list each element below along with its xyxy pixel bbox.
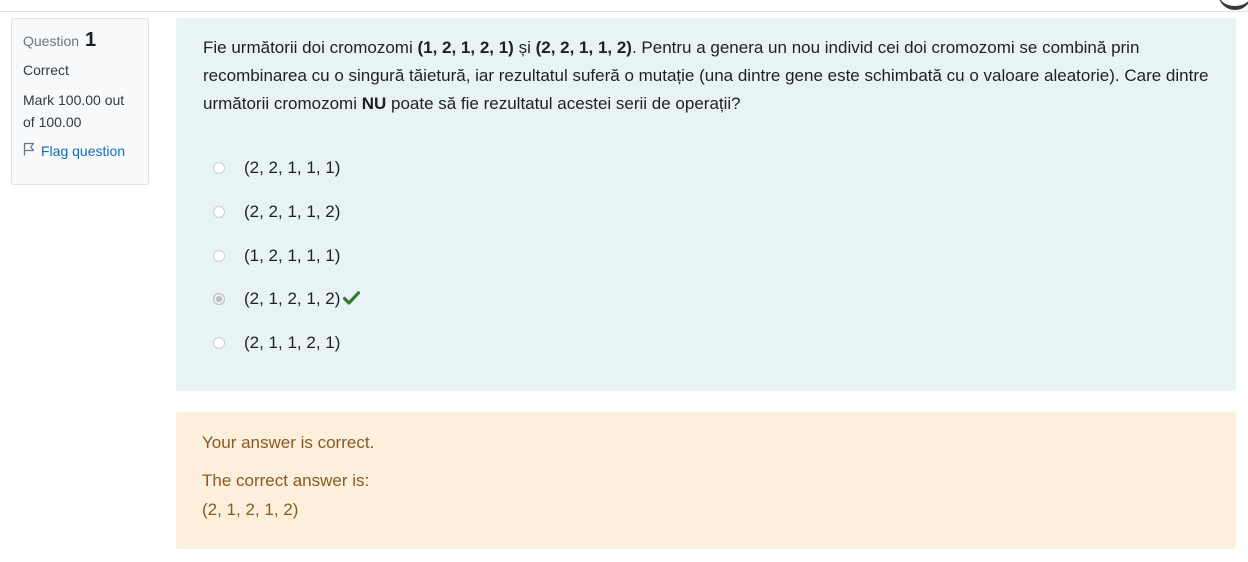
feedback-result: Your answer is correct.: [202, 433, 375, 452]
answer-label: (2, 2, 1, 1, 1): [244, 158, 341, 177]
header-divider: [0, 11, 1248, 12]
answer-label: (2, 1, 1, 2, 1): [244, 333, 341, 352]
negation-emphasis: NU: [361, 94, 387, 113]
answer-label: (1, 2, 1, 1, 1): [244, 246, 341, 265]
answer-option-4[interactable]: (2, 1, 2, 1, 2): [213, 286, 361, 312]
answer-option-3[interactable]: (1, 2, 1, 1, 1): [213, 243, 340, 269]
question-label: Question: [23, 33, 80, 49]
chromosome-b: (2, 2, 1, 1, 2): [535, 38, 632, 57]
correct-answer-value: (2, 1, 2, 1, 2): [202, 500, 299, 519]
radio-button-selected[interactable]: [213, 293, 225, 305]
answer-label: (2, 2, 1, 1, 2): [244, 202, 341, 221]
answer-option-5[interactable]: (2, 1, 1, 2, 1): [213, 330, 340, 356]
question-number-value: 1: [84, 29, 97, 51]
question-state: Correct: [23, 62, 69, 78]
radio-button[interactable]: [213, 162, 225, 174]
chromosome-a: (1, 2, 1, 2, 1): [417, 38, 514, 57]
answer-option-1[interactable]: (2, 2, 1, 1, 1): [213, 155, 340, 181]
question-text-part: Fie următorii doi cromozomi: [203, 38, 418, 57]
question-formulation: Fie următorii doi cromozomi (1, 2, 1, 2,…: [176, 18, 1236, 391]
feedback-panel: Your answer is correct. The correct answ…: [176, 412, 1236, 549]
radio-button[interactable]: [213, 206, 225, 218]
question-text-part: și: [513, 38, 536, 57]
answer-label: (2, 1, 2, 1, 2): [244, 289, 341, 308]
radio-button[interactable]: [213, 250, 225, 262]
question-grade: Mark 100.00 out of 100.00: [23, 92, 125, 130]
flag-icon: [23, 142, 35, 159]
question-number: Question 1: [23, 29, 137, 52]
answer-option-2[interactable]: (2, 2, 1, 1, 2): [213, 199, 340, 225]
question-info-panel: Question 1 Correct Mark 100.00 out of 10…: [11, 18, 149, 185]
correct-answer-label: The correct answer is:: [202, 471, 370, 490]
radio-button[interactable]: [213, 337, 225, 349]
flag-question-label: Flag question: [41, 142, 126, 159]
check-icon: [343, 290, 361, 310]
question-text-part: poate să fie rezultatul acestei serii de…: [386, 94, 741, 113]
user-menu-edge[interactable]: [1218, 0, 1248, 10]
question-text: Fie următorii doi cromozomi (1, 2, 1, 2,…: [203, 34, 1213, 118]
flag-question-link[interactable]: Flag question: [23, 142, 137, 159]
